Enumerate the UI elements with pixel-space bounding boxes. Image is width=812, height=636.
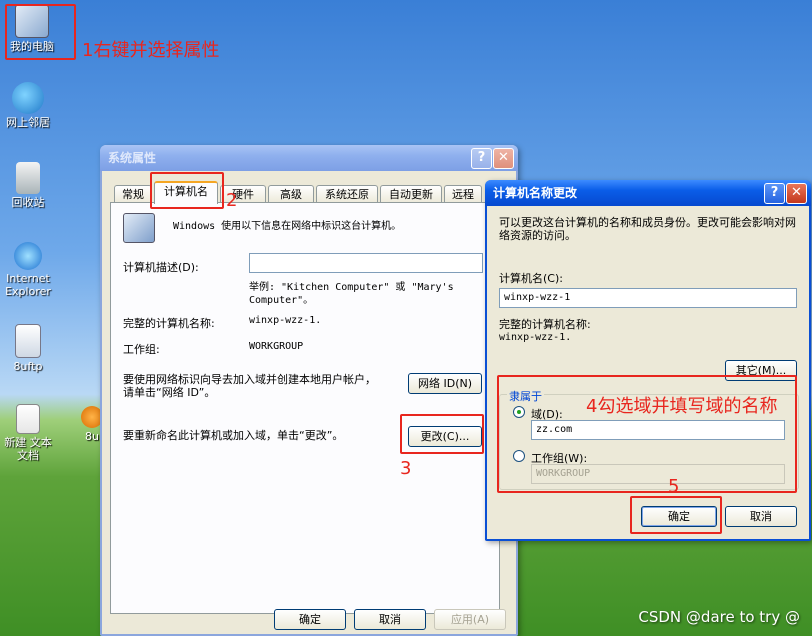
desktop-icon-label: Internet Explorer (5, 272, 51, 298)
computer-icon (123, 213, 155, 243)
window-title: 系统属性 (108, 151, 157, 165)
desktop-icon-internet-explorer[interactable]: Internet Explorer (0, 242, 56, 298)
desktop-icon-label: 8u (85, 430, 99, 443)
network-places-icon (12, 82, 44, 114)
full-name-value: winxp-wzz-1. (249, 315, 322, 326)
desktop-icon-label: 网上邻居 (6, 116, 50, 129)
cancel-button[interactable]: 取消 (354, 609, 426, 630)
desktop-icon-label: 新建 文本文档 (4, 436, 52, 462)
system-properties-titlebar[interactable]: 系统属性 ? ✕ (100, 145, 518, 171)
apply-button[interactable]: 应用(A) (434, 609, 506, 630)
watermark: CSDN @dare to try @ (638, 608, 800, 626)
computer-name-panel: Windows 使用以下信息在网络中标识这台计算机。 计算机描述(D): 举例:… (110, 202, 500, 614)
full-name-label: 完整的计算机名称: (123, 317, 215, 330)
rename-text: 要重新命名此计算机或加入域，单击“更改”。 (123, 429, 344, 442)
desktop-icon-label: 回收站 (11, 196, 45, 209)
tab-advanced[interactable]: 高级 (268, 185, 314, 203)
dialog-titlebar[interactable]: 计算机名称更改 ? ✕ (485, 180, 811, 206)
annotation-step2: 2 (226, 190, 238, 211)
annotation-step4: 4勾选域并填写域的名称 (586, 396, 778, 417)
desktop-icon-network-places[interactable]: 网上邻居 (0, 82, 56, 129)
tab-computer-name[interactable]: 计算机名 (154, 181, 218, 204)
system-properties-window: 系统属性 ? ✕ 常规 计算机名 硬件 高级 系统还原 自动更新 远程 Wind… (100, 145, 518, 636)
computer-name-label: 计算机名(C): (499, 272, 563, 285)
dialog-intro-text: 可以更改这台计算机的名称和成员身份。更改可能会影响对网络资源的访问。 (499, 216, 796, 242)
cancel-button[interactable]: 取消 (725, 506, 797, 527)
tab-auto-update[interactable]: 自动更新 (380, 185, 442, 203)
close-button[interactable]: ✕ (786, 183, 807, 204)
annotation-box-step1 (5, 4, 76, 60)
desktop-icon-8uftp[interactable]: 8uftp (0, 324, 56, 373)
annotation-box-step3 (400, 414, 484, 454)
help-button[interactable]: ? (471, 148, 492, 169)
intro-text: Windows 使用以下信息在网络中标识这台计算机。 (173, 221, 402, 232)
full-name-label: 完整的计算机名称: (499, 318, 591, 331)
annotation-step1: 1右键并选择属性 (82, 40, 220, 61)
annotation-box-step4 (497, 375, 797, 493)
help-button[interactable]: ? (764, 183, 785, 204)
desktop-icon-label: 8uftp (13, 360, 43, 373)
annotation-step5: 5 (668, 476, 680, 497)
ok-button[interactable]: 确定 (274, 609, 346, 630)
tab-remote[interactable]: 远程 (444, 185, 482, 203)
computer-name-input[interactable]: winxp-wzz-1 (499, 288, 797, 308)
recycle-bin-icon (16, 162, 40, 194)
full-name-value: winxp-wzz-1. (499, 332, 572, 343)
network-id-text: 要使用网络标识向导去加入域并创建本地用户帐户，请单击“网络 ID”。 (123, 373, 376, 399)
internet-explorer-icon (14, 242, 42, 270)
description-input[interactable] (249, 253, 483, 273)
annotation-step3: 3 (400, 458, 412, 479)
close-button[interactable]: ✕ (493, 148, 514, 169)
dialog-title: 计算机名称更改 (493, 186, 578, 200)
tab-general[interactable]: 常规 (114, 185, 152, 203)
desktop-icon-text-document[interactable]: 新建 文本文档 (0, 404, 56, 462)
example-text: 举例: "Kitchen Computer" 或 "Mary's Compute… (249, 282, 454, 306)
annotation-box-step5 (630, 496, 722, 534)
workgroup-label: 工作组: (123, 343, 160, 356)
description-label: 计算机描述(D): (123, 261, 199, 274)
ftp-app-icon (15, 324, 41, 358)
text-document-icon (16, 404, 40, 434)
desktop-icon-recycle-bin[interactable]: 回收站 (0, 162, 56, 209)
network-id-button[interactable]: 网络 ID(N) (408, 373, 482, 394)
tab-system-restore[interactable]: 系统还原 (316, 185, 378, 203)
workgroup-value: WORKGROUP (249, 341, 304, 352)
